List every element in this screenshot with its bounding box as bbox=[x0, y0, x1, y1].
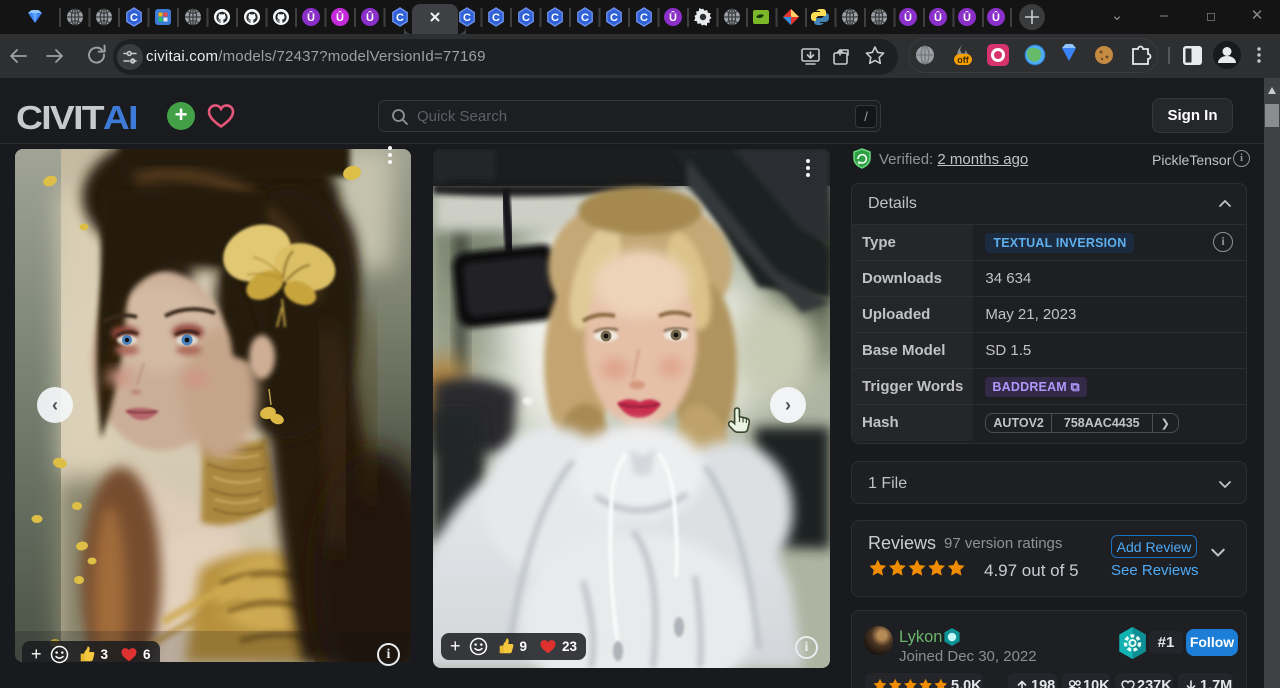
svg-text:off: off bbox=[957, 55, 969, 65]
